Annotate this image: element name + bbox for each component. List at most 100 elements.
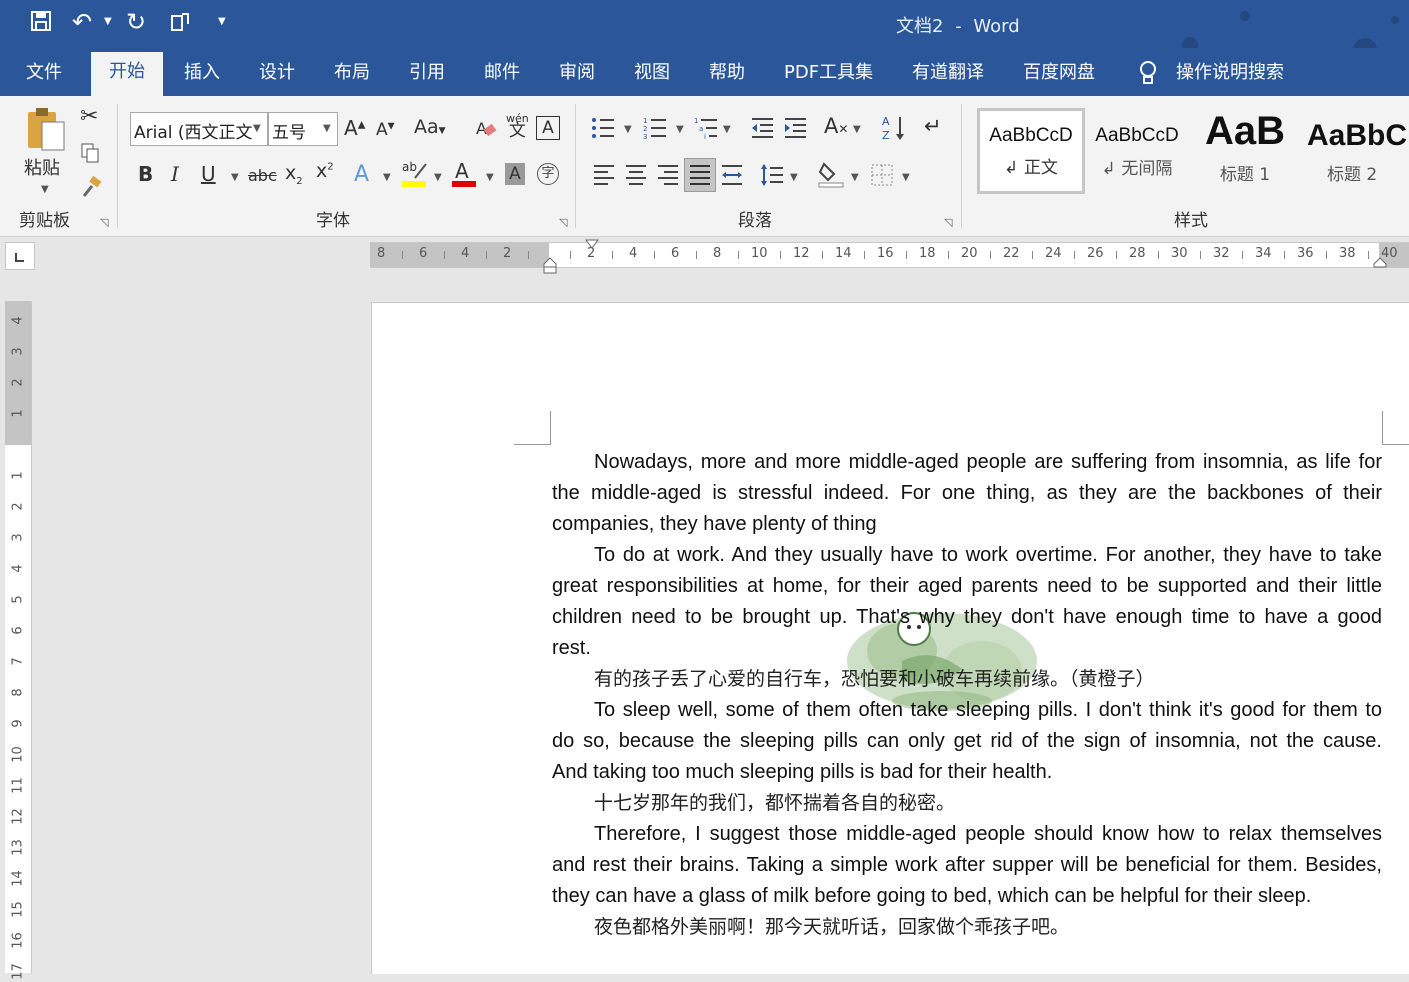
paste-icon[interactable]: [24, 104, 70, 158]
bold-icon[interactable]: B: [138, 162, 153, 186]
horizontal-ruler[interactable]: 8 6 4 2 2 4 6 8 10 12 14 16 18 20 22 24 26 28 30 32 34 36 38 40: [370, 239, 1409, 274]
borders-icon[interactable]: [870, 163, 894, 191]
text-effects-icon[interactable]: A: [354, 162, 369, 187]
phonetic-guide-icon[interactable]: wén 文: [506, 112, 529, 140]
align-left-icon[interactable]: [592, 163, 616, 191]
line-spacing-dropdown-icon[interactable]: ▼: [790, 172, 798, 183]
ruler-number: 6: [671, 246, 680, 261]
highlight-dropdown-icon[interactable]: ▼: [434, 172, 442, 183]
style-name: 标题 2: [1327, 165, 1378, 185]
font-launcher-icon[interactable]: ◹: [559, 216, 567, 229]
enclose-characters-icon[interactable]: 字: [537, 163, 559, 185]
tab-review[interactable]: 审阅: [559, 60, 595, 96]
chinese-layout-dropdown-icon[interactable]: ▼: [853, 124, 861, 135]
tab-file[interactable]: 文件: [26, 60, 62, 96]
tab-help[interactable]: 帮助: [709, 60, 745, 96]
shading-icon[interactable]: [818, 160, 844, 192]
hanging-indent-marker[interactable]: [542, 257, 558, 275]
grow-font-icon[interactable]: A▲: [344, 116, 365, 140]
highlight-color-icon[interactable]: ab: [402, 158, 428, 192]
align-right-icon[interactable]: [656, 163, 680, 191]
chinese-layout-icon[interactable]: A✕: [824, 114, 848, 138]
character-shading-icon[interactable]: A: [505, 163, 525, 185]
paste-dropdown-icon[interactable]: ▼: [41, 184, 49, 195]
character-border-icon[interactable]: A: [536, 116, 560, 140]
justify-icon[interactable]: [684, 158, 716, 192]
undo-dropdown-icon[interactable]: ▼: [104, 16, 112, 27]
increase-indent-icon[interactable]: [783, 116, 807, 144]
shading-dropdown-icon[interactable]: ▼: [851, 172, 859, 183]
superscript-icon[interactable]: x2: [316, 160, 334, 182]
redo-icon[interactable]: ↻: [126, 8, 146, 36]
change-case-icon[interactable]: Aa▼: [414, 116, 446, 138]
subscript-icon[interactable]: x2: [285, 162, 303, 187]
copy-icon[interactable]: [80, 142, 100, 168]
numbering-icon[interactable]: 123: [643, 116, 667, 144]
chevron-down-icon[interactable]: ▼: [253, 123, 261, 134]
underline-dropdown-icon[interactable]: ▼: [231, 172, 239, 183]
touch-mode-icon[interactable]: [170, 10, 192, 37]
svg-text:2: 2: [643, 125, 647, 133]
clipboard-launcher-icon[interactable]: ◹: [100, 216, 108, 229]
numbering-dropdown-icon[interactable]: ▼: [676, 124, 684, 135]
tab-youdao-translate[interactable]: 有道翻译: [912, 60, 984, 96]
shrink-font-icon[interactable]: A▼: [376, 120, 395, 140]
lightbulb-icon[interactable]: [1138, 60, 1158, 96]
tab-layout[interactable]: 布局: [334, 60, 370, 96]
font-color-dropdown-icon[interactable]: ▼: [486, 172, 494, 183]
borders-dropdown-icon[interactable]: ▼: [902, 172, 910, 183]
right-indent-marker[interactable]: [1372, 257, 1388, 269]
style-heading-2[interactable]: AaBbC 标题 2: [1303, 108, 1409, 188]
paste-label[interactable]: 粘贴: [24, 154, 60, 180]
text-effects-dropdown-icon[interactable]: ▼: [383, 172, 391, 183]
distributed-icon[interactable]: [720, 163, 744, 191]
font-color-icon[interactable]: A: [452, 158, 478, 192]
save-icon[interactable]: [30, 10, 52, 37]
tab-references[interactable]: 引用: [409, 60, 445, 96]
style-normal[interactable]: AaBbCcD ↲ 正文: [977, 108, 1085, 194]
decrease-indent-icon[interactable]: [750, 116, 774, 144]
document-page[interactable]: Nowadays, more and more middle-aged peop…: [371, 302, 1409, 974]
show-formatting-marks-icon[interactable]: ↵: [924, 114, 942, 138]
multilevel-dropdown-icon[interactable]: ▼: [723, 124, 731, 135]
tab-selector[interactable]: [5, 242, 35, 270]
bullets-dropdown-icon[interactable]: ▼: [624, 124, 632, 135]
underline-icon[interactable]: U: [201, 162, 216, 186]
italic-icon[interactable]: I: [171, 162, 179, 186]
bullets-icon[interactable]: [591, 116, 615, 144]
ruler-number: 10: [751, 246, 768, 261]
tab-design[interactable]: 设计: [259, 60, 295, 96]
undo-icon[interactable]: ↶: [72, 8, 92, 36]
tab-insert[interactable]: 插入: [184, 60, 220, 96]
tab-mailings[interactable]: 邮件: [484, 60, 520, 96]
line-spacing-icon[interactable]: [760, 163, 784, 191]
tab-baidu-netdisk[interactable]: 百度网盘: [1023, 60, 1095, 96]
sort-icon[interactable]: AZ: [882, 114, 906, 146]
strikethrough-icon[interactable]: abc: [248, 166, 277, 185]
ruler-number: 30: [1171, 246, 1188, 261]
align-center-icon[interactable]: [624, 163, 648, 191]
chevron-down-icon[interactable]: ▼: [323, 123, 331, 134]
tell-me-search[interactable]: 操作说明搜索: [1176, 60, 1284, 96]
ruler-number: 8: [377, 246, 386, 261]
tab-pdf-tools[interactable]: PDF工具集: [784, 60, 873, 96]
document-body[interactable]: Nowadays, more and more middle-aged peop…: [552, 447, 1382, 943]
ruler-tick: [528, 251, 529, 259]
vertical-ruler[interactable]: 4 3 2 1 1 2 3 4 5 6 7 8 9 10 11 12 13 14 15 16 17: [5, 301, 32, 980]
ruler-tick: [486, 251, 487, 259]
clear-formatting-icon[interactable]: A: [474, 116, 498, 144]
tab-view[interactable]: 视图: [634, 60, 670, 96]
style-heading-1[interactable]: AaB 标题 1: [1195, 108, 1295, 188]
styles-group-label: 样式: [1174, 211, 1208, 231]
multilevel-list-icon[interactable]: 1ai: [694, 116, 718, 144]
style-no-spacing[interactable]: AaBbCcD ↲ 无间隔: [1086, 108, 1188, 188]
svg-text:ab: ab: [402, 160, 417, 174]
first-line-indent-marker[interactable]: [584, 239, 600, 251]
format-painter-icon[interactable]: [80, 175, 102, 202]
font-size-select[interactable]: 五号 ▼: [268, 112, 338, 146]
font-family-select[interactable]: Arial (西文正文 ▼: [130, 112, 268, 146]
tab-home[interactable]: 开始: [91, 52, 163, 96]
customize-toolbar-icon[interactable]: ▼: [218, 16, 226, 27]
paragraph-launcher-icon[interactable]: ◹: [944, 216, 952, 229]
cut-icon[interactable]: ✂: [80, 104, 98, 129]
